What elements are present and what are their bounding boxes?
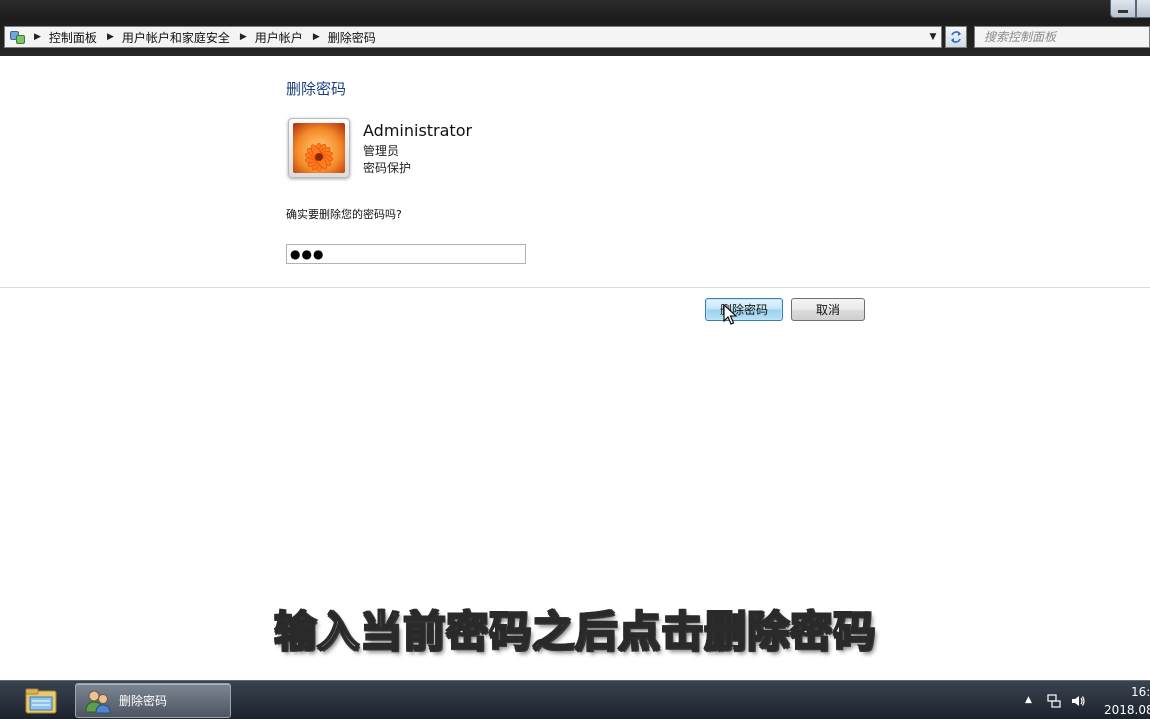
user-avatar-flower	[293, 123, 345, 173]
refresh-icon	[951, 31, 961, 43]
address-dropdown-icon[interactable]: ▼	[927, 30, 939, 44]
user-role: 管理员	[363, 144, 400, 158]
network-icon[interactable]	[1046, 693, 1062, 709]
user-name: Administrator	[363, 121, 473, 140]
refresh-button[interactable]	[945, 26, 967, 48]
minimize-button[interactable]	[1110, 0, 1136, 18]
breadcrumb-arrow-icon[interactable]: ▶	[34, 32, 41, 42]
users-icon	[85, 690, 111, 713]
explorer-folder-icon[interactable]	[22, 685, 60, 717]
breadcrumb-control-panel[interactable]: 控制面板	[49, 29, 97, 46]
breadcrumb-arrow-icon[interactable]: ▶	[107, 32, 114, 42]
cancel-button[interactable]: 取消	[791, 298, 865, 321]
window-controls	[1110, 0, 1150, 18]
breadcrumb-arrow-icon[interactable]: ▶	[240, 32, 247, 42]
show-hidden-icons-icon[interactable]: ▲	[1025, 695, 1032, 705]
video-subtitle: 输入当前密码之后点击删除密码	[273, 606, 876, 657]
search-input[interactable]: 搜索控制面板	[974, 26, 1150, 48]
breadcrumb-user-accounts[interactable]: 用户帐户	[255, 29, 303, 46]
confirm-question: 确实要删除您的密码吗?	[286, 208, 402, 221]
minimize-icon	[1118, 9, 1128, 13]
page-title: 删除密码	[286, 80, 347, 98]
control-panel-icon	[10, 29, 26, 45]
avatar	[288, 118, 350, 178]
remove-password-button[interactable]: 删除密码	[705, 298, 783, 321]
window-title-bar	[0, 0, 1150, 22]
content-pane: 删除密码 Administrator 管理员 密码保护 确实要删除您的密码吗? …	[0, 56, 1150, 680]
user-status: 密码保护	[363, 161, 412, 175]
taskbar-window-button[interactable]: 删除密码	[75, 683, 231, 718]
breadcrumb-remove-password[interactable]: 删除密码	[328, 29, 376, 46]
clock-date[interactable]: 2018.08	[1104, 703, 1150, 717]
clock-time[interactable]: 16:	[1131, 685, 1150, 699]
breadcrumb-user-accounts-family-safety[interactable]: 用户帐户和家庭安全	[122, 29, 230, 46]
taskbar-window-label: 删除密码	[119, 694, 168, 708]
address-bar[interactable]: ▶ 控制面板 ▶ 用户帐户和家庭安全 ▶ 用户帐户 ▶ 删除密码 ▼	[4, 26, 942, 48]
maximize-button[interactable]	[1136, 0, 1150, 18]
current-password-input[interactable]: ●●●	[286, 244, 526, 264]
volume-icon[interactable]	[1070, 693, 1086, 709]
taskbar: 删除密码 ▲ 16: 2018.08	[0, 680, 1150, 719]
mouse-cursor-icon	[723, 304, 737, 325]
divider	[0, 287, 1150, 288]
breadcrumb-arrow-icon[interactable]: ▶	[313, 32, 320, 42]
navigation-bar: ▶ 控制面板 ▶ 用户帐户和家庭安全 ▶ 用户帐户 ▶ 删除密码 ▼ 搜索控制面…	[0, 22, 1150, 56]
